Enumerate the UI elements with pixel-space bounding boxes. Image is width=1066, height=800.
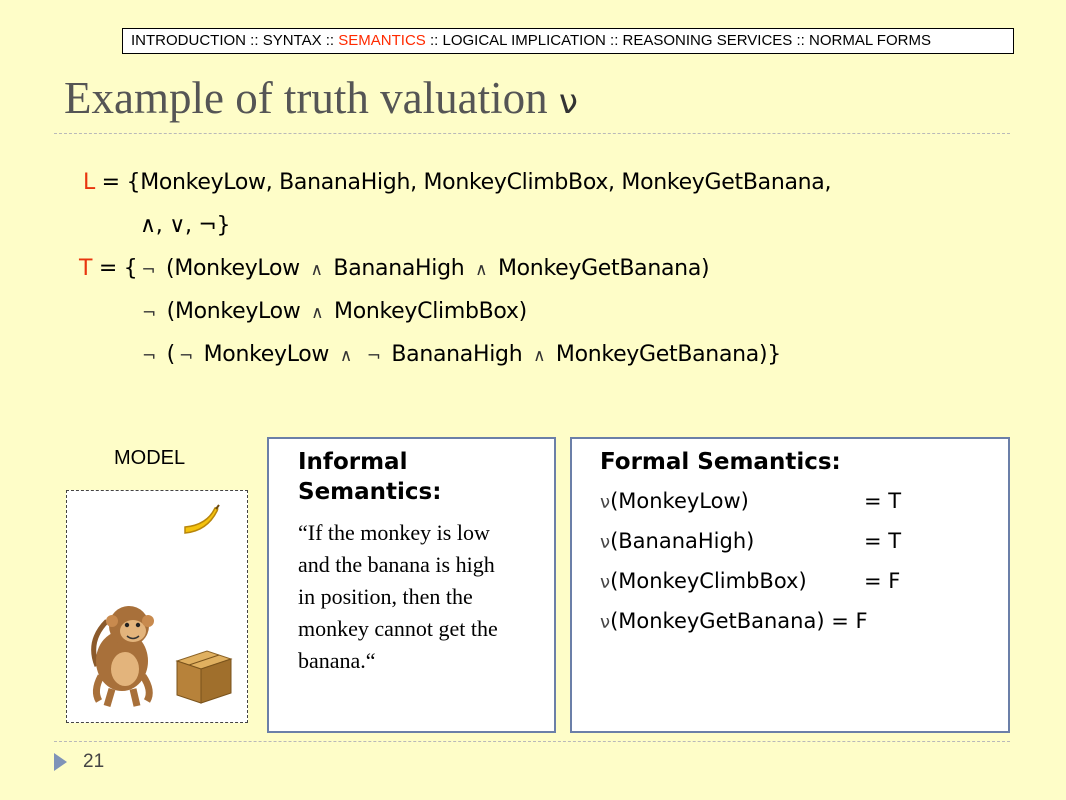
informal-heading-line-2: Semantics: bbox=[298, 479, 442, 505]
monkey-icon bbox=[91, 606, 154, 707]
valuation-value: = F bbox=[864, 569, 901, 593]
atom: MonkeyLow bbox=[203, 342, 330, 367]
and-symbol: ∧ bbox=[533, 346, 546, 366]
nav-separator: :: bbox=[325, 32, 335, 49]
footer-divider bbox=[54, 741, 1010, 742]
banana-icon bbox=[184, 504, 220, 534]
atom: MonkeyGetBanana) bbox=[497, 256, 710, 281]
model-illustration bbox=[66, 490, 248, 723]
theory-line-3: ¬ (¬ MonkeyLow ∧ ¬ BananaHigh ∧ MonkeyGe… bbox=[138, 342, 781, 367]
nav-separator: :: bbox=[610, 32, 619, 49]
and-symbol: ∧ bbox=[339, 346, 352, 366]
atom: MonkeyGetBanana)} bbox=[555, 342, 781, 367]
valuation-row: ν(MonkeyClimbBox) = F bbox=[600, 569, 998, 609]
nav-item-semantics[interactable]: SEMANTICS bbox=[338, 32, 426, 49]
valuation-arg: (MonkeyGetBanana) = F bbox=[610, 609, 868, 633]
nav-item-introduction[interactable]: INTRODUCTION bbox=[131, 32, 246, 49]
nu-symbol: ν bbox=[600, 572, 611, 593]
model-label: MODEL bbox=[114, 447, 186, 469]
informal-heading-line-1: Informal bbox=[298, 449, 408, 475]
title-divider bbox=[54, 133, 1010, 134]
atom: BananaHigh bbox=[391, 342, 523, 367]
atom: MonkeyClimbBox) bbox=[334, 299, 527, 324]
atom: (MonkeyLow bbox=[166, 299, 301, 324]
nav-item-normal-forms[interactable]: NORMAL FORMS bbox=[809, 32, 931, 49]
nav-item-logical-implication[interactable]: LOGICAL IMPLICATION bbox=[442, 32, 605, 49]
valuation-row: ν(MonkeyGetBanana) = F bbox=[600, 609, 998, 649]
language-line-2: ∧, ∨, ¬} bbox=[140, 213, 231, 238]
formal-semantics-panel: Formal Semantics: ν(MonkeyLow) = T ν(Ban… bbox=[570, 437, 1010, 733]
language-connectives: ∧, ∨, ¬} bbox=[140, 213, 231, 238]
quote-line: in position, then the bbox=[298, 584, 473, 609]
nav-item-reasoning-services[interactable]: REASONING SERVICES bbox=[623, 32, 793, 49]
nav-item-syntax[interactable]: SYNTAX bbox=[263, 32, 322, 49]
nu-symbol: ν bbox=[600, 612, 611, 633]
nu-symbol: ν bbox=[600, 532, 611, 553]
box-icon bbox=[175, 650, 233, 704]
neg-symbol: ¬ bbox=[141, 260, 156, 280]
atom: (MonkeyLow bbox=[166, 256, 300, 281]
and-symbol: ∧ bbox=[311, 303, 324, 323]
valuation-value: = T bbox=[864, 529, 902, 553]
valuation-row: ν(BananaHigh) = T bbox=[600, 529, 998, 569]
language-var: L bbox=[83, 170, 95, 195]
quote-line: “If the monkey is low bbox=[298, 520, 490, 545]
theory-var: T bbox=[79, 256, 93, 281]
slide-title-text: Example of truth valuation bbox=[64, 73, 548, 123]
valuation-value: = T bbox=[864, 489, 902, 513]
quote-line: banana.“ bbox=[298, 648, 376, 673]
quote-line: and the banana is high bbox=[298, 552, 495, 577]
atom: BananaHigh bbox=[333, 256, 465, 281]
neg-symbol: ¬ bbox=[142, 303, 156, 323]
page-number: 21 bbox=[83, 751, 105, 772]
nu-symbol: ν bbox=[558, 82, 578, 122]
language-line-1: L = {MonkeyLow, BananaHigh, MonkeyClimbB… bbox=[83, 170, 831, 195]
nu-symbol: ν bbox=[600, 492, 611, 513]
section-nav: INTRODUCTION :: SYNTAX :: SEMANTICS :: L… bbox=[122, 28, 1014, 54]
model-scene bbox=[91, 504, 233, 707]
theory-line-2: ¬ (MonkeyLow ∧ MonkeyClimbBox) bbox=[138, 299, 527, 324]
quote-line: monkey cannot get the bbox=[298, 616, 498, 641]
and-symbol: ∧ bbox=[475, 260, 488, 280]
neg-symbol: ¬ bbox=[142, 346, 156, 366]
valuation-arg: (MonkeyClimbBox) bbox=[610, 569, 807, 593]
and-symbol: ∧ bbox=[310, 260, 323, 280]
theory-line-1: T = {¬ (MonkeyLow ∧ BananaHigh ∧ MonkeyG… bbox=[79, 256, 710, 281]
informal-quote: “If the monkey is low and the banana is … bbox=[298, 517, 544, 677]
slide-title: Example of truth valuation ν bbox=[64, 72, 578, 124]
paren: ( bbox=[166, 342, 176, 367]
nav-separator: :: bbox=[429, 32, 439, 49]
neg-symbol: ¬ bbox=[366, 346, 381, 366]
valuation-arg: (BananaHigh) bbox=[610, 529, 755, 553]
nav-separator: :: bbox=[796, 32, 805, 49]
valuation-row: ν(MonkeyLow) = T bbox=[600, 489, 998, 529]
nav-separator: :: bbox=[250, 32, 259, 49]
page-arrow-icon bbox=[54, 753, 67, 771]
theory-open: = { bbox=[98, 256, 138, 281]
formal-heading: Formal Semantics: bbox=[600, 449, 841, 475]
valuation-arg: (MonkeyLow) bbox=[610, 489, 749, 513]
language-symbols: = {MonkeyLow, BananaHigh, MonkeyClimbBox… bbox=[101, 170, 832, 195]
neg-symbol: ¬ bbox=[178, 346, 193, 366]
informal-semantics-panel: Informal Semantics: “If the monkey is lo… bbox=[267, 437, 556, 733]
